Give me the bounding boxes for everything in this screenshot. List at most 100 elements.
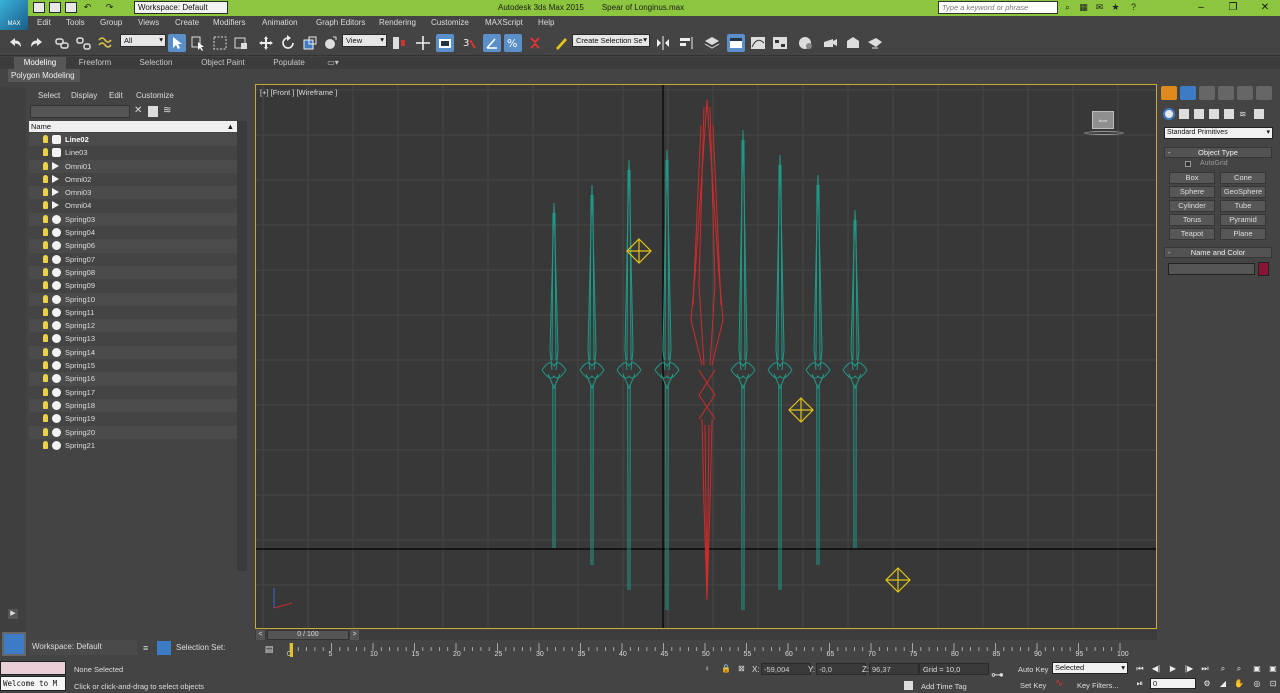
geosphere-button[interactable]: GeoSphere <box>1220 186 1266 198</box>
y-coordinate-field[interactable]: -0,0 <box>816 663 866 675</box>
tab-object-paint[interactable]: Object Paint <box>196 57 250 69</box>
menu-edit[interactable]: Edit <box>37 18 51 27</box>
explorer-row[interactable]: Spring08 <box>29 265 237 280</box>
explorer-column-header[interactable]: Name ▲ <box>29 121 237 132</box>
zoom-extents-icon[interactable]: ▣ <box>1250 663 1264 675</box>
explorer-scrollbar[interactable] <box>237 121 247 571</box>
link-icon[interactable] <box>53 34 71 52</box>
redo-icon[interactable] <box>28 34 46 52</box>
create-panel-icon[interactable] <box>1161 86 1177 100</box>
select-by-name-icon[interactable] <box>189 34 207 52</box>
go-to-end-icon[interactable]: ⏭ <box>1198 663 1212 675</box>
tab-selection[interactable]: Selection <box>132 57 180 69</box>
tube-button[interactable]: Tube <box>1220 200 1266 212</box>
scene-explorer-icon[interactable] <box>727 34 745 52</box>
menu-modifiers[interactable]: Modifiers <box>213 18 245 27</box>
isolate-selection-icon[interactable]: ♀ <box>704 664 712 674</box>
set-key-icon[interactable]: ⊶ <box>991 668 1011 682</box>
visibility-bulb-icon[interactable] <box>43 148 48 157</box>
restore-icon[interactable]: ❐ <box>1218 0 1248 16</box>
time-configuration-icon[interactable]: ⚙ <box>1200 678 1214 690</box>
explorer-row[interactable]: Spring06 <box>29 239 237 253</box>
material-editor-icon[interactable] <box>797 34 815 52</box>
explorer-row[interactable]: Spring11 <box>29 306 237 319</box>
ribbon-options-icon[interactable]: ▭▾ <box>324 57 342 69</box>
explorer-row[interactable]: Spring18 <box>29 398 237 413</box>
explorer-row[interactable]: Spring09 <box>29 279 237 292</box>
visibility-bulb-icon[interactable] <box>43 347 48 356</box>
tab-modeling[interactable]: Modeling <box>14 57 66 69</box>
cylinder-button[interactable]: Cylinder <box>1169 200 1215 212</box>
undo-icon[interactable] <box>6 34 24 52</box>
spear-spline-5[interactable] <box>730 129 756 611</box>
time-slider-next-icon[interactable]: > <box>350 630 359 640</box>
teapot-button[interactable]: Teapot <box>1169 228 1215 240</box>
visibility-bulb-icon[interactable] <box>43 214 48 223</box>
unlink-icon[interactable] <box>74 34 92 52</box>
menu-group[interactable]: Group <box>100 18 122 27</box>
geometry-category-icon[interactable] <box>1163 108 1175 120</box>
set-key-button[interactable]: Set Key <box>1020 681 1046 690</box>
open-file-icon[interactable] <box>49 2 61 13</box>
search-input[interactable]: Type a keyword or phrase <box>938 1 1058 14</box>
visibility-bulb-icon[interactable] <box>43 254 48 263</box>
field-of-view-icon[interactable]: ◢ <box>1216 678 1230 690</box>
clear-find-icon[interactable]: ✕ <box>134 105 144 117</box>
object-name-input[interactable] <box>1168 263 1255 275</box>
front-viewport[interactable]: [+] [Front ] [Wireframe ] front <box>255 84 1157 629</box>
visibility-bulb-icon[interactable] <box>43 321 48 330</box>
toggle-trackbar-icon[interactable]: ▤ <box>262 644 276 656</box>
menu-maxscript[interactable]: MAXScript <box>485 18 523 27</box>
ribbon-panel-polygon-modeling[interactable]: Polygon Modeling <box>8 69 80 82</box>
explorer-row[interactable]: Spring04 <box>29 226 237 239</box>
rotate-icon[interactable] <box>279 34 297 52</box>
spear-spline-8[interactable] <box>842 209 868 549</box>
window-crossing-icon[interactable] <box>232 34 250 52</box>
visibility-bulb-icon[interactable] <box>43 241 48 250</box>
visibility-bulb-icon[interactable] <box>43 361 48 370</box>
viewcube-ring[interactable] <box>1084 131 1124 135</box>
space-warps-category-icon[interactable]: ≋ <box>1239 109 1249 119</box>
visibility-bulb-icon[interactable] <box>43 387 48 396</box>
help-icon[interactable]: ? <box>1128 2 1139 13</box>
previous-frame-icon[interactable]: ◀| <box>1149 663 1163 675</box>
key-mode-toggle-icon[interactable]: ⏯ <box>1133 678 1147 690</box>
object-type-rollout[interactable]: Object Type <box>1164 147 1272 158</box>
omni-light-icon-3[interactable] <box>885 567 911 593</box>
pyramid-button[interactable]: Pyramid <box>1220 214 1266 226</box>
zoom-icon[interactable]: ⌕ <box>1216 663 1230 675</box>
spinner-snap-icon[interactable] <box>526 34 544 52</box>
viewcube[interactable]: front <box>1092 111 1114 129</box>
schematic-view-icon[interactable] <box>771 34 789 52</box>
new-layer-icon[interactable] <box>148 106 158 117</box>
viewport-label-menu[interactable]: [+] [Front ] [Wireframe ] <box>260 88 337 97</box>
sphere-button[interactable]: Sphere <box>1169 186 1215 198</box>
motion-panel-icon[interactable] <box>1218 86 1234 100</box>
layer-options-icon[interactable]: ≋ <box>163 105 174 117</box>
explorer-row[interactable]: Omni03 <box>29 186 237 200</box>
explorer-row[interactable]: Omni02 <box>29 173 237 186</box>
save-file-icon[interactable] <box>65 2 77 13</box>
utilities-panel-icon[interactable] <box>1256 86 1272 100</box>
visibility-bulb-icon[interactable] <box>43 281 48 290</box>
track-bar[interactable] <box>287 642 1127 651</box>
box-button[interactable]: Box <box>1169 172 1215 184</box>
binoculars-icon[interactable]: ⌕ <box>1062 2 1073 13</box>
spear-spline-4[interactable] <box>654 149 680 611</box>
tab-populate[interactable]: Populate <box>266 57 312 69</box>
favorites-icon[interactable]: ★ <box>1110 2 1121 13</box>
expand-panel-icon[interactable]: ▶ <box>8 609 18 619</box>
name-and-color-rollout[interactable]: Name and Color <box>1164 247 1272 258</box>
named-selection-dropdown[interactable]: Create Selection Se <box>572 34 650 47</box>
spear-spline-2[interactable] <box>579 184 605 566</box>
auto-key-button[interactable]: Auto Key <box>1018 665 1048 674</box>
visibility-bulb-icon[interactable] <box>43 427 48 436</box>
primitive-category-dropdown[interactable]: Standard Primitives <box>1164 127 1273 139</box>
workspace-bottom-selector[interactable]: Workspace: Default <box>29 640 137 655</box>
selection-lock-icon[interactable]: 🔒 <box>721 664 731 674</box>
explorer-row[interactable]: Spring03 <box>29 212 237 227</box>
menu-help[interactable]: Help <box>538 18 554 27</box>
new-file-icon[interactable] <box>33 2 45 13</box>
add-time-tag-button[interactable]: Add Time Tag <box>921 682 967 691</box>
subscription-icon[interactable]: ▦ <box>1078 2 1089 13</box>
